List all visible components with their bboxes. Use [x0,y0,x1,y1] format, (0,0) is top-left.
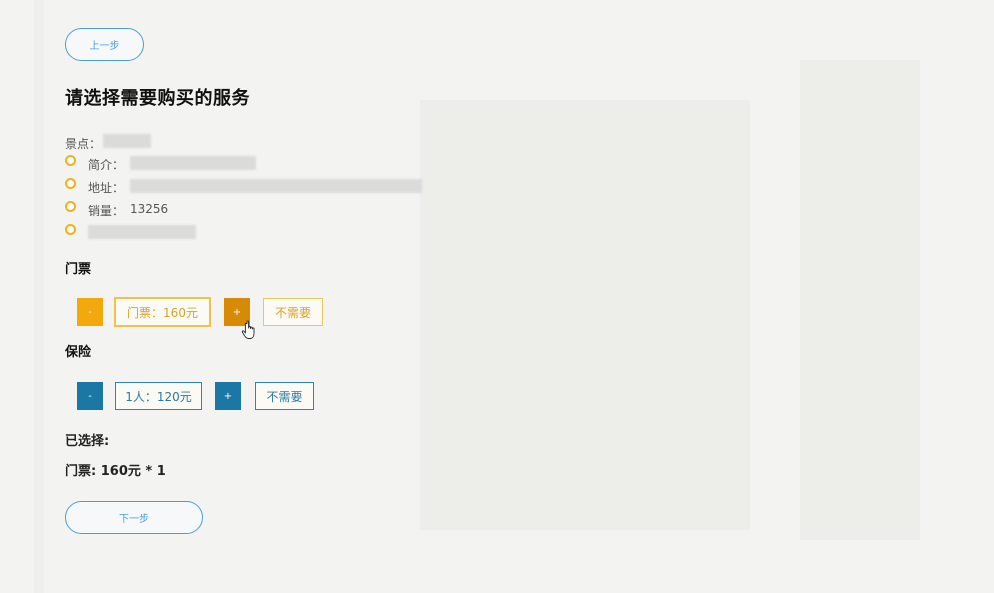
page-title: 请选择需要购买的服务 [65,88,250,109]
circle-bullet-icon [65,178,76,189]
ticket-minus-button[interactable]: - [77,298,103,326]
insurance-section-title: 保险 [65,345,92,360]
background-panel [800,60,920,540]
ticket-count-display: 门票：160元 [114,297,211,327]
redacted-spot-name [103,134,151,148]
insurance-minus-button[interactable]: - [77,382,103,410]
spot-label: 景点： [65,137,102,151]
selected-header: 已选择: [65,434,110,449]
circle-bullet-icon [65,224,76,235]
intro-label: 简介： [88,158,125,172]
next-step-button[interactable]: 下一步 [65,501,203,534]
prev-step-button[interactable]: 上一步 [65,28,144,61]
redacted-address [130,179,422,193]
address-label: 地址： [88,181,125,195]
background-panel [420,100,750,530]
ticket-section-title: 门票 [65,262,92,277]
sales-label: 销量： [88,204,125,218]
circle-bullet-icon [65,201,76,212]
sales-value: 13256 [130,202,169,216]
hand-pointer-icon [241,320,255,339]
page: 上一步 请选择需要购买的服务 景点： 简介： 地址： 销量： 13256 门票 … [0,0,994,593]
background-edge [34,0,44,593]
redacted-info [88,225,196,239]
insurance-count-display: 1人：120元 [115,382,202,410]
insurance-plus-button[interactable]: + [215,382,241,410]
circle-bullet-icon [65,155,76,166]
selected-ticket-item: 门票: 160元 * 1 [65,464,166,479]
ticket-none-button[interactable]: 不需要 [263,298,323,326]
insurance-none-button[interactable]: 不需要 [255,382,314,410]
redacted-intro [130,156,256,170]
